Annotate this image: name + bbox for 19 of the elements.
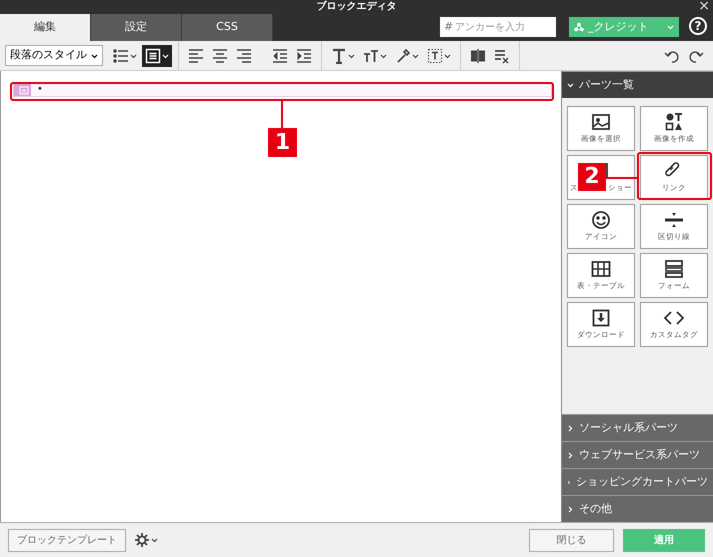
template-button[interactable]: ブロックテンプレート [8, 528, 126, 552]
close-button[interactable]: 閉じる [529, 528, 614, 552]
callout-number: 1 [268, 128, 297, 157]
tab[interactable]: CSS [182, 14, 273, 41]
accordion-header[interactable]: ショッピングカートパーツ [562, 468, 713, 495]
tab[interactable]: 編集 [0, 14, 91, 41]
accordion-header[interactable]: ウェブサービス系パーツ [562, 441, 713, 468]
callout-number: 2 [578, 163, 606, 191]
tab[interactable]: 設定 [91, 14, 182, 41]
close-button[interactable]: × [698, 0, 710, 14]
help-button[interactable]: ? [689, 17, 707, 35]
accordion-header[interactable]: その他 [562, 495, 713, 522]
hash-label: # [444, 19, 454, 35]
window-title: ブロックエディタ [316, 0, 396, 14]
accordion-header[interactable]: パーツ一覧 [562, 71, 713, 98]
accordion-header[interactable]: ソーシャル系パーツ [562, 414, 713, 441]
paragraph-style-select[interactable]: 段落のスタイル [5, 45, 103, 66]
content-block[interactable]: • [13, 83, 552, 97]
block-text: • [37, 84, 43, 96]
